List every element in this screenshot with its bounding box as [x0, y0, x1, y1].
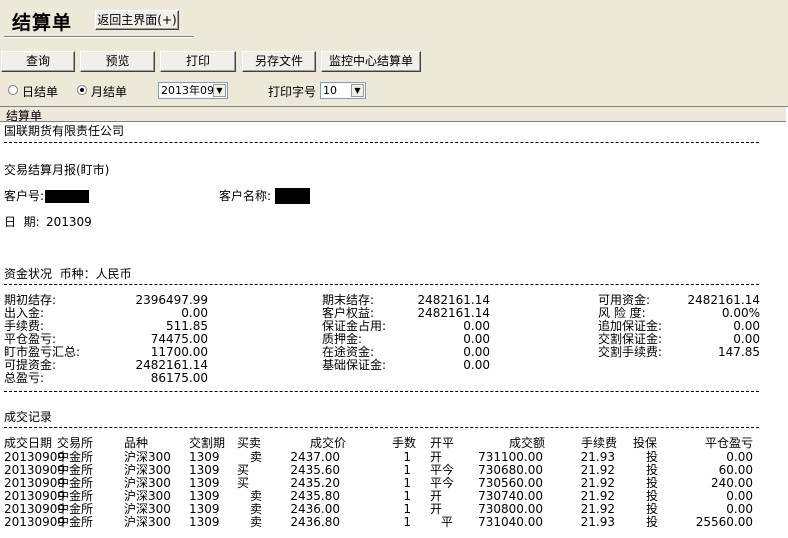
fund-label: 基础保证金: [322, 358, 387, 372]
fund-value: 147.85 [718, 345, 760, 359]
chevron-down-icon[interactable]: ▼ [213, 84, 226, 97]
query-button[interactable]: 查询 [1, 51, 75, 72]
title-divider [4, 36, 194, 38]
font-size-value: 10 [323, 84, 337, 97]
table-header-cell: 平仓盈亏 [704, 436, 753, 450]
preview-button[interactable]: 预览 [80, 51, 155, 72]
table-cell: 沪深300 [124, 515, 171, 529]
table-cell: 1 [403, 515, 411, 529]
table-header-cell: 交割期 [189, 436, 226, 450]
table-cell: 平 [441, 515, 454, 529]
table-cell: 25560.00 [695, 515, 753, 529]
title-bar: 结算单 返回主界面(+) [0, 0, 788, 44]
report-title: 交易结算月报(盯市) [4, 163, 110, 177]
monthly-label: 月结单 [91, 85, 128, 99]
app-title: 结算单 [12, 12, 73, 34]
print-button[interactable]: 打印 [160, 51, 236, 72]
month-select[interactable]: 2013年09 ▼ [158, 82, 228, 99]
date-value: 201309 [46, 215, 92, 229]
options-bar: 日结单 月结单 2013年09 ▼ 打印字号 10 ▼ [0, 80, 788, 102]
table-header-cell: 手续费 [580, 436, 617, 450]
company-name: 国联期货有限责任公司 [4, 124, 125, 138]
fund-title: 资金状况 币种：人民币 [4, 267, 132, 281]
divider [4, 142, 759, 143]
chevron-down-icon[interactable]: ▼ [351, 84, 364, 97]
font-size-label: 打印字号 [268, 85, 317, 99]
table-cell: 投 [646, 515, 659, 529]
table-header-cell: 手数 [391, 436, 416, 450]
table-cell: 1309 [189, 515, 220, 529]
redacted-client-name [275, 188, 310, 204]
table-header-cell: 投保 [633, 436, 658, 450]
table-cell: 中金所 [57, 515, 94, 529]
table-header-cell: 品种 [124, 436, 149, 450]
date-label: 日 期: [4, 215, 40, 229]
divider [4, 391, 759, 392]
fund-value: 0.00 [463, 358, 490, 372]
divider [4, 284, 759, 285]
table-cell: 21.93 [580, 515, 615, 529]
table-header-cell: 交易所 [57, 436, 94, 450]
month-select-value: 2013年09 [161, 84, 214, 97]
fund-value: 86175.00 [150, 371, 208, 385]
table-cell: 买 [237, 476, 250, 490]
font-size-select[interactable]: 10 ▼ [320, 82, 366, 99]
table-cell: 20130909 [4, 515, 66, 529]
client-no-label: 客户号: [4, 189, 45, 203]
fund-label: 交割手续费: [598, 345, 663, 359]
report-panel: 结算单 国联期货有限责任公司 交易结算月报(盯市) 客户号: 客户名称: 日 期… [0, 106, 788, 538]
report-header-label: 结算单 [6, 109, 43, 123]
monitor-center-button[interactable]: 监控中心结算单 [321, 51, 421, 72]
daily-radio[interactable] [8, 85, 18, 95]
table-header-cell: 成交日期 [4, 436, 53, 450]
client-name-label: 客户名称: [219, 189, 272, 203]
trade-title: 成交记录 [4, 410, 53, 424]
fund-label: 总盈亏: [4, 371, 45, 385]
report-header: 结算单 [0, 107, 786, 123]
divider [4, 427, 759, 428]
return-main-button[interactable]: 返回主界面(+) [95, 10, 179, 30]
daily-label: 日结单 [22, 85, 59, 99]
redacted-client-no [45, 190, 89, 203]
table-header-cell: 开平 [430, 436, 455, 450]
save-as-button[interactable]: 另存文件 [242, 51, 316, 72]
monthly-radio[interactable] [77, 85, 87, 95]
